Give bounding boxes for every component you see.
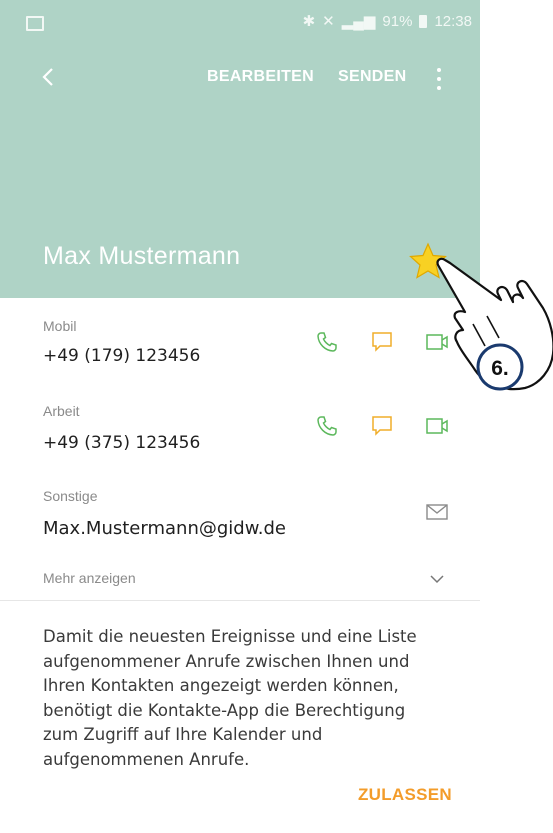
allow-button[interactable]: ZULASSEN: [358, 785, 452, 805]
show-more-row[interactable]: Mehr anzeigen: [0, 560, 480, 600]
gallery-icon: [26, 16, 44, 31]
clock: 12:38: [434, 12, 472, 30]
more-options-button[interactable]: [436, 68, 442, 92]
contact-value-work[interactable]: +49 (375) 123456: [43, 433, 200, 453]
message-icon[interactable]: [370, 414, 394, 438]
contact-label-mobile: Mobil: [43, 318, 77, 334]
pointing-hand-icon: 6.: [436, 257, 553, 391]
phone-icon[interactable]: [315, 414, 339, 438]
contact-header: BEARBEITEN SENDEN Max Mustermann: [0, 44, 480, 298]
email-icon[interactable]: [425, 500, 449, 524]
dot: [437, 77, 441, 81]
permission-text: Damit die neuesten Ereignisse und eine L…: [43, 627, 417, 769]
step-badge-text: 6.: [491, 357, 509, 380]
mute-icon: ✕: [322, 13, 335, 30]
phone-screen: ✱ ✕ ▂▄▆ 91% 12:38 BEARBEITEN SENDEN Max …: [0, 0, 480, 833]
chevron-down-icon: [430, 575, 444, 584]
chevron-left-icon: [42, 68, 53, 86]
video-icon[interactable]: [425, 414, 449, 438]
edit-button[interactable]: BEARBEITEN: [207, 68, 314, 86]
back-button[interactable]: [38, 66, 60, 88]
dot: [437, 68, 441, 72]
show-more-label: Mehr anzeigen: [43, 570, 136, 586]
send-button[interactable]: SENDEN: [338, 68, 406, 86]
signal-icon: ▂▄▆: [341, 13, 376, 30]
phone-icon[interactable]: [315, 330, 339, 354]
contact-value-email[interactable]: Max.Mustermann@gidw.de: [43, 518, 286, 539]
dot: [437, 86, 441, 90]
status-bar: ✱ ✕ ▂▄▆ 91% 12:38: [0, 0, 480, 44]
bluetooth-icon: ✱: [302, 13, 316, 30]
contact-value-mobile[interactable]: +49 (179) 123456: [43, 346, 200, 366]
message-icon[interactable]: [370, 330, 394, 354]
contact-label-work: Arbeit: [43, 403, 80, 419]
battery-icon: [419, 14, 428, 28]
contact-name: Max Mustermann: [43, 242, 241, 270]
divider: [0, 600, 480, 601]
battery-level: 91%: [382, 12, 413, 30]
status-icons: ✱ ✕ ▂▄▆ 91% 12:38: [302, 12, 472, 31]
contact-label-other: Sonstige: [43, 488, 98, 504]
